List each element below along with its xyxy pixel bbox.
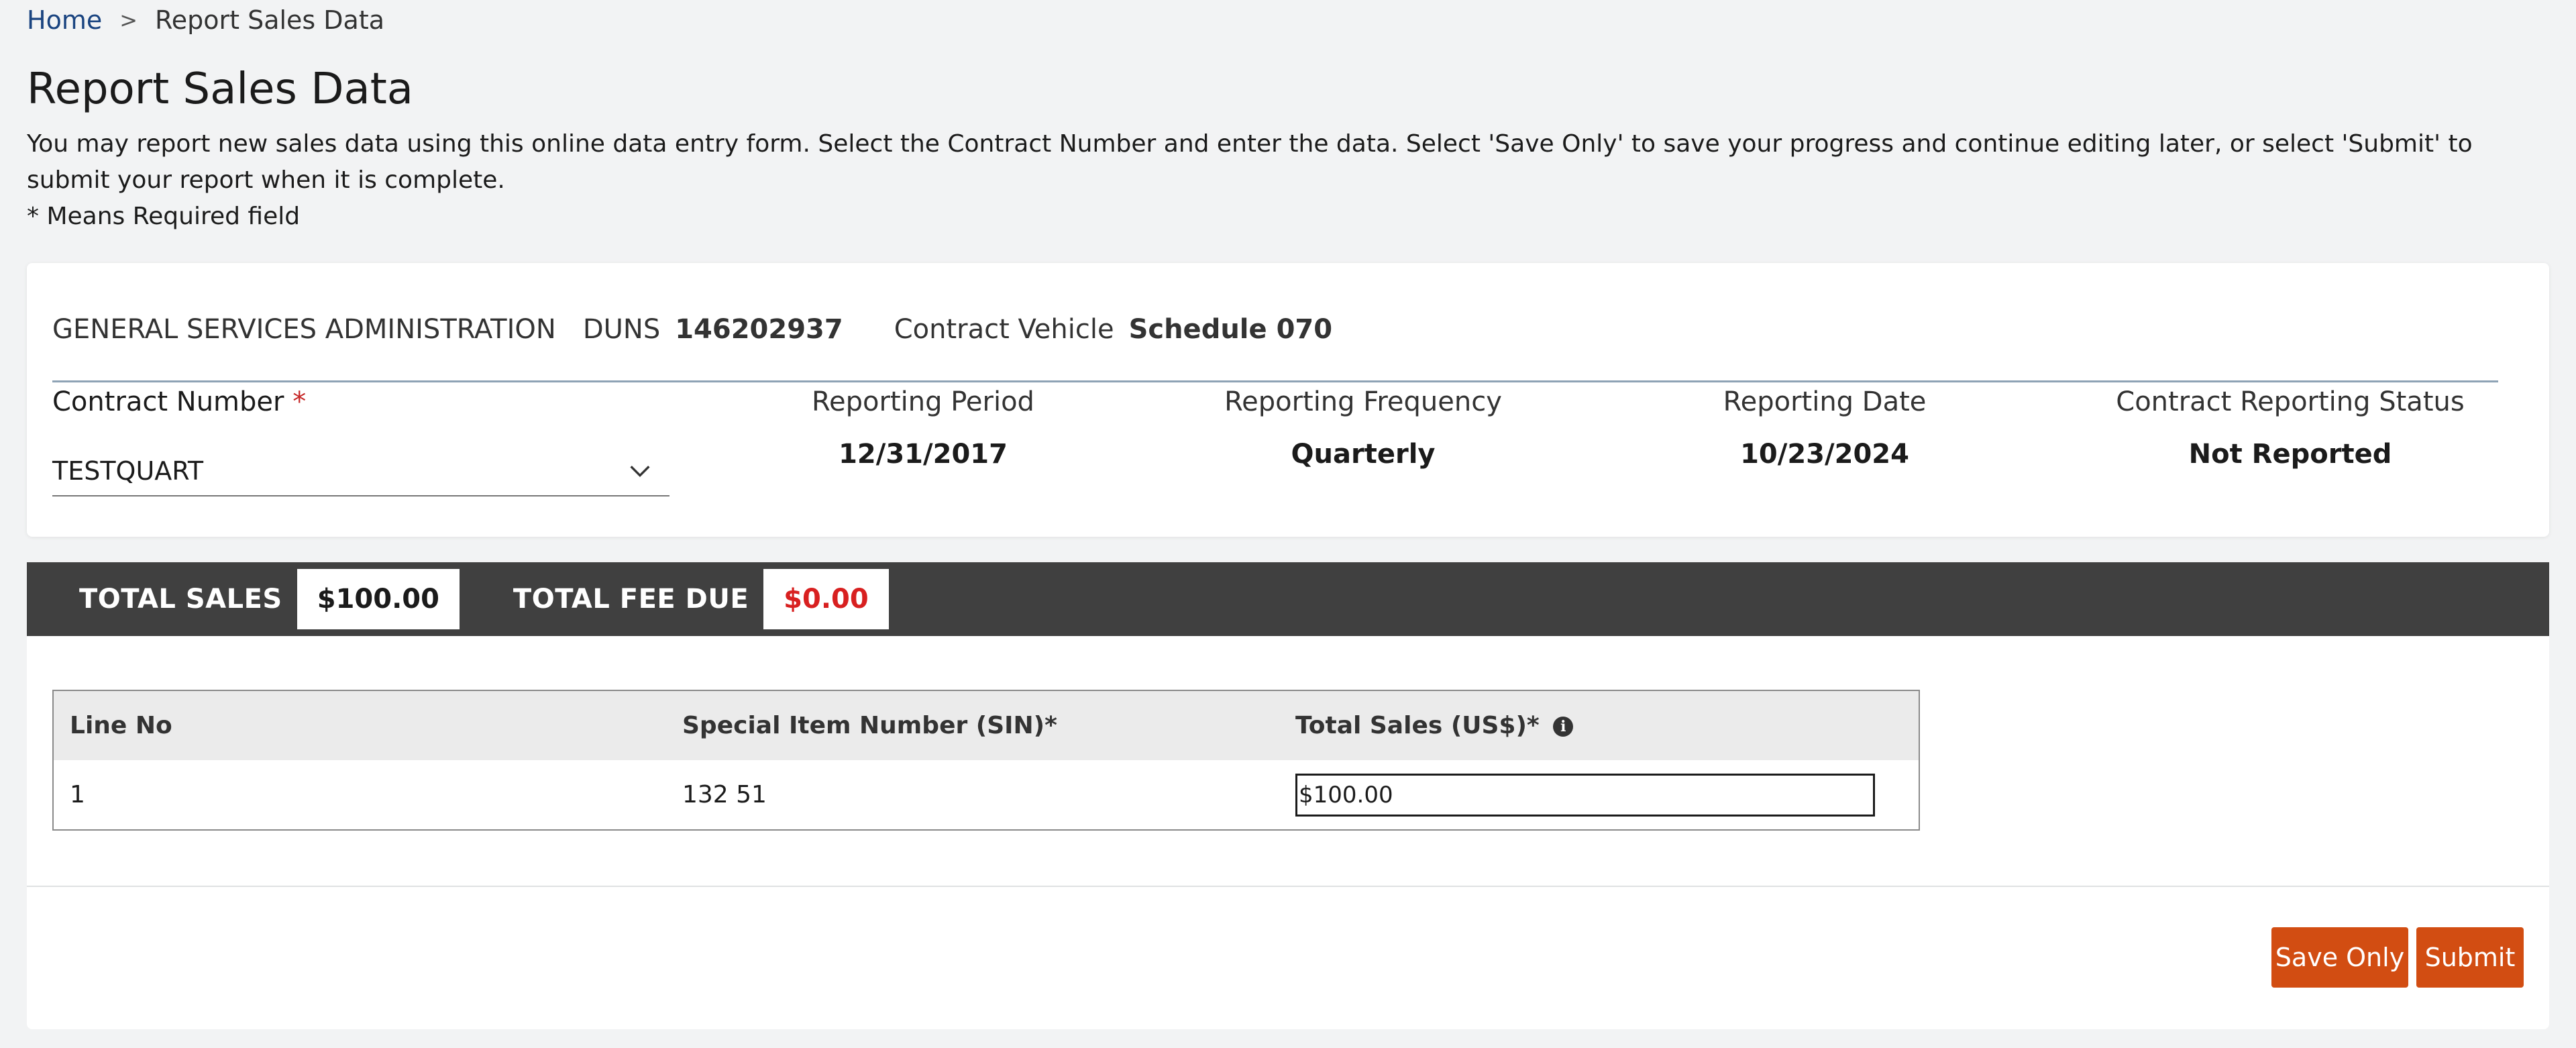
sin-sales-table: Line No Special Item Number (SIN)* Total… <box>52 690 1920 831</box>
reporting-frequency-value: Quarterly <box>1291 439 1436 470</box>
form-actions: Save Only Submit <box>27 887 2549 1029</box>
breadcrumb-home-link[interactable]: Home <box>27 5 102 35</box>
info-icon[interactable]: i <box>1553 717 1574 737</box>
contract-vehicle-label: Contract Vehicle <box>894 314 1114 345</box>
column-header-total-sales: Total Sales (US$)* i <box>1279 690 1919 760</box>
reporting-period: Reporting Period 12/31/2017 <box>766 386 1080 470</box>
column-header-total-sales-text: Total Sales (US$)* <box>1295 712 1540 739</box>
contract-reporting-status-value: Not Reported <box>2188 439 2392 470</box>
contract-number-selected: TESTQUART <box>52 456 204 486</box>
column-header-sin: Special Item Number (SIN)* <box>666 690 1279 760</box>
total-sales-cell <box>1279 760 1919 830</box>
sin-cell: 132 51 <box>682 781 767 808</box>
table-header-row: Line No Special Item Number (SIN)* Total… <box>53 690 1919 760</box>
breadcrumb-current: Report Sales Data <box>155 5 385 35</box>
total-fee-due-label: TOTAL FEE DUE <box>513 584 749 615</box>
duns-label: DUNS <box>582 314 661 345</box>
line-no-cell: 1 <box>70 781 85 808</box>
contract-number-select[interactable]: TESTQUART <box>52 447 669 496</box>
contract-header-card: GENERAL SERVICES ADMINISTRATION DUNS 146… <box>27 263 2549 537</box>
page-title: Report Sales Data <box>27 64 413 114</box>
sales-table-section: Line No Special Item Number (SIN)* Total… <box>27 636 2549 887</box>
chevron-down-icon <box>630 466 650 478</box>
total-sales-input[interactable] <box>1295 773 1875 817</box>
required-asterisk: * <box>292 386 307 417</box>
column-header-line-no: Line No <box>53 690 666 760</box>
contract-number-field: Contract Number * TESTQUART <box>52 386 669 496</box>
duns-value: 146202937 <box>675 314 843 345</box>
vendor-info-row: GENERAL SERVICES ADMINISTRATION DUNS 146… <box>52 289 2498 382</box>
reporting-date-value: 10/23/2024 <box>1740 439 1909 470</box>
contract-reporting-status: Contract Reporting Status Not Reported <box>2102 386 2478 470</box>
reporting-period-label: Reporting Period <box>812 386 1034 417</box>
total-sales-value: $100.00 <box>297 569 460 629</box>
total-fee-due-value: $0.00 <box>763 569 889 629</box>
submit-button[interactable]: Submit <box>2416 927 2524 988</box>
contract-number-label-text: Contract Number <box>52 386 284 417</box>
page: Home > Report Sales Data Report Sales Da… <box>0 0 2576 1048</box>
contract-reporting-status-label: Contract Reporting Status <box>2116 386 2465 417</box>
intro-text: You may report new sales data using this… <box>27 130 2473 194</box>
vendor-name: GENERAL SERVICES ADMINISTRATION <box>52 314 556 345</box>
reporting-frequency-label: Reporting Frequency <box>1224 386 1502 417</box>
reporting-period-value: 12/31/2017 <box>839 439 1008 470</box>
breadcrumb: Home > Report Sales Data <box>27 4 384 36</box>
reporting-date: Reporting Date 10/23/2024 <box>1668 386 1982 470</box>
table-row: 1 132 51 <box>53 760 1919 830</box>
contract-vehicle-value: Schedule 070 <box>1128 314 1333 345</box>
required-field-note: * Means Required field <box>27 203 301 230</box>
reporting-date-label: Reporting Date <box>1723 386 1927 417</box>
totals-bar: TOTAL SALES $100.00 TOTAL FEE DUE $0.00 <box>27 562 2549 636</box>
total-sales-label: TOTAL SALES <box>79 584 282 615</box>
contract-number-label: Contract Number * <box>52 386 669 417</box>
breadcrumb-separator: > <box>119 7 138 33</box>
reporting-frequency: Reporting Frequency Quarterly <box>1206 386 1520 470</box>
save-only-button[interactable]: Save Only <box>2271 927 2408 988</box>
